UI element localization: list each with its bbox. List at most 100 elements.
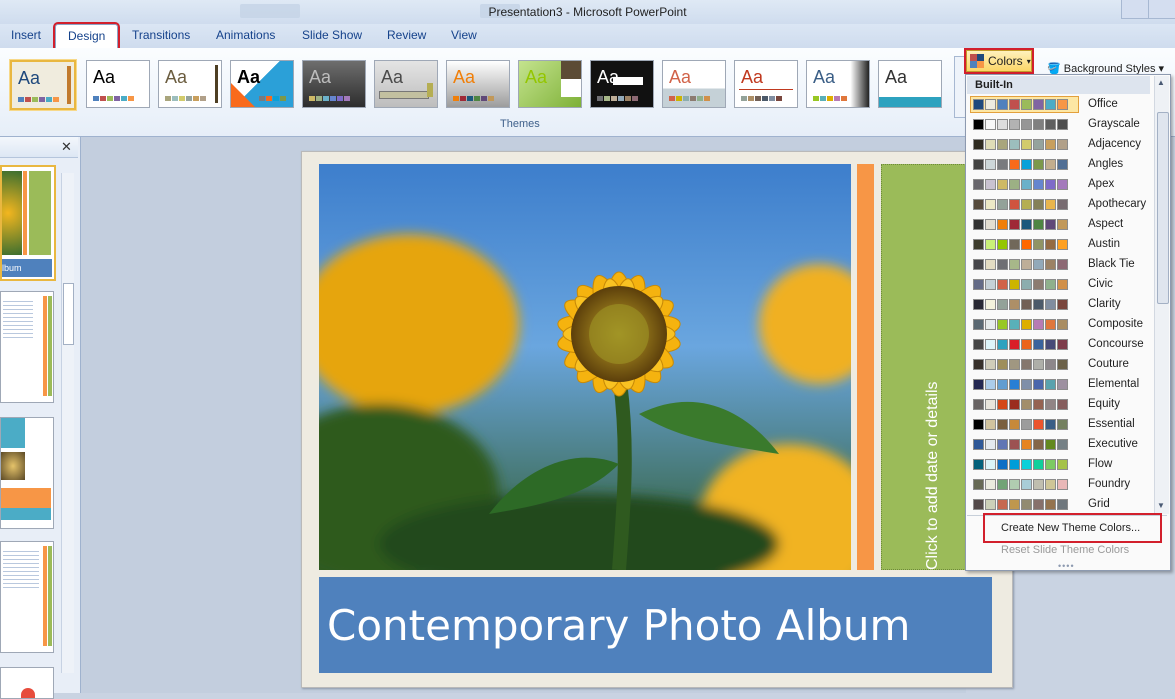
color-scheme-composite[interactable]: Composite: [967, 315, 1153, 335]
color-swatch: [1021, 259, 1032, 270]
tab-view[interactable]: View: [451, 28, 477, 42]
slide-thumb-3[interactable]: [0, 417, 54, 529]
ribbon-tabs: Insert Design Transitions Animations Sli…: [0, 22, 1175, 51]
tab-animations[interactable]: Animations: [216, 28, 275, 42]
color-scheme-civic[interactable]: Civic: [967, 275, 1153, 295]
color-scheme-angles[interactable]: Angles: [967, 155, 1153, 175]
color-scheme-aspect[interactable]: Aspect: [967, 215, 1153, 235]
color-swatch: [1033, 339, 1044, 350]
color-scheme-flow[interactable]: Flow: [967, 455, 1153, 475]
color-swatch: [997, 479, 1008, 490]
color-swatch: [1057, 239, 1068, 250]
reset-slide-theme-colors-item[interactable]: Reset Slide Theme Colors: [985, 537, 1160, 563]
scroll-down-arrow-icon[interactable]: ▼: [1154, 499, 1168, 513]
color-swatch: [1009, 359, 1020, 370]
close-icon[interactable]: ✕: [61, 139, 72, 155]
tab-slide-show[interactable]: Slide Show: [302, 28, 362, 42]
color-swatch: [1021, 139, 1032, 150]
color-swatch: [1057, 299, 1068, 310]
color-scheme-adjacency[interactable]: Adjacency: [967, 135, 1153, 155]
color-swatch: [973, 199, 984, 210]
color-swatch: [1057, 99, 1068, 110]
theme-thumb-austin[interactable]: Aa: [518, 60, 582, 108]
color-swatch: [1045, 299, 1056, 310]
theme-thumb-apothecary[interactable]: Aa: [374, 60, 438, 108]
slide-thumb-2[interactable]: [0, 291, 54, 403]
theme-thumb-adjacency[interactable]: Aa: [158, 60, 222, 108]
tab-transitions[interactable]: Transitions: [132, 28, 190, 42]
color-swatch: [997, 219, 1008, 230]
theme-thumb-composite[interactable]: Aa: [806, 60, 870, 108]
resize-grip-icon[interactable]: ••••: [1058, 561, 1075, 571]
theme-thumb-concourse[interactable]: Aa: [878, 60, 942, 108]
color-scheme-equity[interactable]: Equity: [967, 395, 1153, 415]
theme-thumb-office[interactable]: Aa: [86, 60, 150, 108]
theme-thumb-civic[interactable]: Aa: [662, 60, 726, 108]
color-swatch: [1021, 219, 1032, 230]
color-swatch: [1021, 159, 1032, 170]
scroll-thumb[interactable]: [1157, 112, 1169, 304]
slide-title-placeholder[interactable]: Contemporary Photo Album: [319, 577, 992, 673]
color-scheme-elemental[interactable]: Elemental: [967, 375, 1153, 395]
color-swatch: [1033, 479, 1044, 490]
theme-thumb-black-tie[interactable]: Aa: [590, 60, 654, 108]
color-swatch: [1057, 199, 1068, 210]
color-swatch: [1033, 359, 1044, 370]
color-swatch: [1033, 379, 1044, 390]
slide-thumb-4[interactable]: [0, 541, 54, 653]
color-scheme-grid[interactable]: Grid: [967, 495, 1153, 515]
color-scheme-apex[interactable]: Apex: [967, 175, 1153, 195]
color-swatch: [1021, 239, 1032, 250]
color-scheme-grayscale[interactable]: Grayscale: [967, 115, 1153, 135]
slide-thumb-1[interactable]: lbum: [0, 165, 56, 281]
color-swatch: [985, 239, 996, 250]
color-swatch: [1045, 439, 1056, 450]
theme-thumb-aspect[interactable]: Aa: [446, 60, 510, 108]
minimize-button[interactable]: [1121, 0, 1149, 19]
color-scheme-name: Foundry: [1088, 478, 1131, 490]
color-swatch: [1009, 239, 1020, 250]
color-swatch: [1009, 339, 1020, 350]
colors-button[interactable]: Colors ▾: [964, 48, 1034, 74]
tab-insert[interactable]: Insert: [11, 28, 41, 42]
color-swatch: [1021, 419, 1032, 430]
sunflower-photo[interactable]: [319, 164, 851, 570]
color-scheme-black-tie[interactable]: Black Tie: [967, 255, 1153, 275]
slides-pane: ✕ lbum: [0, 137, 81, 699]
color-swatch: [1033, 219, 1044, 230]
color-swatch: [1045, 319, 1056, 330]
color-scheme-name: Angles: [1088, 158, 1124, 170]
color-swatch: [997, 419, 1008, 430]
color-swatch: [1033, 279, 1044, 290]
theme-thumb-clarity[interactable]: Aa: [734, 60, 798, 108]
color-scheme-office[interactable]: Office: [967, 95, 1153, 115]
color-swatch: [1009, 299, 1020, 310]
theme-thumb-current[interactable]: Aa: [10, 60, 76, 110]
theme-thumb-angles[interactable]: Aa: [230, 60, 294, 108]
color-scheme-clarity[interactable]: Clarity: [967, 295, 1153, 315]
color-swatch: [973, 499, 984, 510]
maximize-button[interactable]: [1148, 0, 1175, 19]
color-scheme-executive[interactable]: Executive: [967, 435, 1153, 455]
tab-review[interactable]: Review: [387, 28, 426, 42]
color-scheme-foundry[interactable]: Foundry: [967, 475, 1153, 495]
scroll-up-arrow-icon[interactable]: ▲: [1154, 76, 1168, 90]
slide-thumb-5[interactable]: [0, 667, 54, 699]
color-scheme-couture[interactable]: Couture: [967, 355, 1153, 375]
color-swatch: [973, 99, 984, 110]
color-swatch: [1021, 119, 1032, 130]
color-swatches: [971, 117, 1078, 132]
color-swatch: [1009, 119, 1020, 130]
color-scheme-concourse[interactable]: Concourse: [967, 335, 1153, 355]
dropdown-scrollbar[interactable]: [1154, 76, 1169, 514]
color-swatch: [997, 499, 1008, 510]
color-scheme-austin[interactable]: Austin: [967, 235, 1153, 255]
slides-pane-scrollbar[interactable]: [61, 173, 74, 673]
tab-design[interactable]: Design: [52, 22, 121, 51]
color-swatch: [1033, 399, 1044, 410]
color-scheme-essential[interactable]: Essential: [967, 415, 1153, 435]
theme-thumb-apex[interactable]: Aa: [302, 60, 366, 108]
color-swatch: [973, 279, 984, 290]
color-swatch: [1057, 339, 1068, 350]
color-scheme-apothecary[interactable]: Apothecary: [967, 195, 1153, 215]
